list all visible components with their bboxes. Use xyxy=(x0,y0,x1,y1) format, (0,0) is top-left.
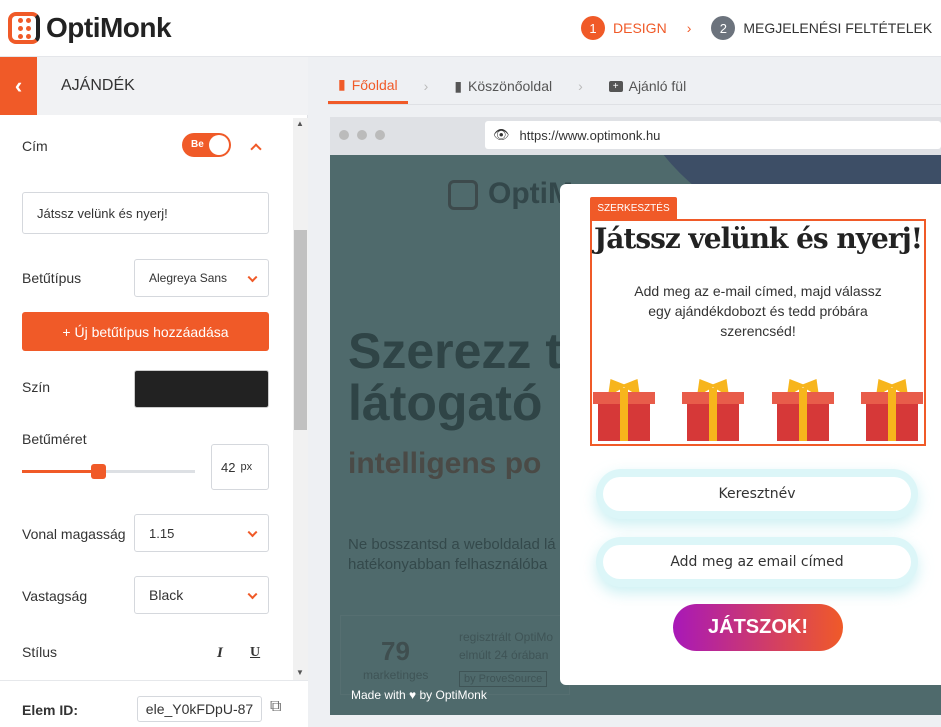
stat-text: elmúlt 24 órában xyxy=(459,648,549,662)
line-height-label: Vonal magasság xyxy=(22,526,126,542)
line-height-value: 1.15 xyxy=(149,525,175,541)
tabs-divider xyxy=(328,104,941,105)
chevron-down-icon xyxy=(247,272,258,283)
logo-icon xyxy=(8,12,40,44)
site-logo-icon xyxy=(448,180,478,210)
page-tabs: ▮ Főoldal › ▮ Köszönőoldal › + Ajánló fül xyxy=(328,68,696,104)
tab-main-page[interactable]: ▮ Főoldal xyxy=(328,68,408,104)
email-field[interactable]: Add meg az email címed xyxy=(596,537,918,587)
slider-handle[interactable] xyxy=(91,464,107,479)
color-swatch[interactable] xyxy=(134,370,269,408)
provesource-badge: by ProveSource xyxy=(459,671,548,687)
email-placeholder: Add meg az email címed xyxy=(603,545,911,579)
teaser-icon: + xyxy=(608,80,623,92)
visibility-toggle[interactable]: Be xyxy=(182,133,231,157)
font-size-value: 42 xyxy=(221,459,236,475)
site-paragraph: Ne bosszantsd a weboldalad lá hatékonyabb… xyxy=(348,535,556,575)
chevron-down-icon xyxy=(247,589,258,600)
gift-box-icon[interactable] xyxy=(771,373,834,441)
elem-id-label: Elem ID: xyxy=(22,702,79,718)
site-subhead: intelligens po xyxy=(348,447,542,480)
tab-teaser[interactable]: + Ajánló fül xyxy=(599,68,696,104)
eye-icon: 👁 xyxy=(493,127,510,142)
chevron-right-icon: › xyxy=(578,78,583,94)
weight-value: Black xyxy=(149,587,184,603)
headline-line: Szerezz t xyxy=(348,323,562,379)
toggle-label: Be xyxy=(191,139,204,150)
social-proof-box: 79 marketinges regisztrált OptiMo elmúlt… xyxy=(340,615,570,695)
step-2-conditions[interactable]: MEGJELENÉSI FELTÉTELEK xyxy=(743,20,932,36)
font-select[interactable]: Alegreya Sans xyxy=(134,259,269,297)
headline-line: látogató xyxy=(348,375,543,431)
url-text: https://www.optimonk.hu xyxy=(519,127,661,143)
back-button[interactable]: ‹ xyxy=(0,57,37,115)
underline-button[interactable]: U xyxy=(250,645,260,661)
tab-label: Köszönőoldal xyxy=(468,78,553,94)
stat-text: regisztrált OptiMo xyxy=(459,630,554,644)
title-text-input[interactable]: Játssz velünk és nyerj! xyxy=(22,192,269,234)
chevron-right-icon: › xyxy=(423,78,429,94)
stat-number: 79 xyxy=(381,636,410,666)
step-1-number[interactable]: 1 xyxy=(581,16,605,40)
font-size-unit: px xyxy=(240,461,253,473)
chevron-right-icon: › xyxy=(686,20,692,36)
font-value: Alegreya Sans xyxy=(149,271,228,285)
scrollbar-thumb[interactable] xyxy=(294,230,307,430)
font-size-label: Betűméret xyxy=(22,431,87,447)
font-label: Betűtípus xyxy=(22,270,82,286)
slider-fill xyxy=(22,470,99,473)
made-with-optimonk[interactable]: Made with ♥ by OptiMonk xyxy=(351,688,487,702)
italic-button[interactable]: I xyxy=(217,645,223,662)
elem-id-field[interactable]: ele_Y0kFDpU-87 xyxy=(137,696,262,722)
first-name-field[interactable]: Keresztnév xyxy=(596,469,918,519)
play-button[interactable]: JÁTSZOK! xyxy=(673,604,843,651)
paragraph-line: Ne bosszantsd a weboldalad lá xyxy=(348,536,556,553)
edit-badge[interactable]: SZERKESZTÉS xyxy=(590,197,677,219)
optimonk-logo[interactable]: OptiMonk xyxy=(8,12,172,44)
gift-box-icon[interactable] xyxy=(860,373,923,441)
gift-box-icon[interactable] xyxy=(682,373,745,441)
site-headline: Szerezz t látogató xyxy=(348,325,562,429)
toggle-knob xyxy=(209,135,229,155)
wizard-steps: 1 DESIGN › 2 MEGJELENÉSI FELTÉTELEK xyxy=(581,16,932,40)
step-1-design[interactable]: DESIGN xyxy=(613,20,667,36)
scroll-up-icon[interactable]: ▲ xyxy=(296,119,304,128)
scroll-down-icon[interactable]: ▼ xyxy=(296,668,304,677)
font-size-input[interactable]: 42 px xyxy=(211,444,269,490)
section-label: Cím xyxy=(22,138,48,154)
color-label: Szín xyxy=(22,379,51,395)
weight-select[interactable]: Black xyxy=(134,576,269,614)
paragraph-line: hatékonyabban felhasználóba xyxy=(348,556,548,573)
font-size-slider[interactable] xyxy=(22,464,195,479)
tab-label: Főoldal xyxy=(351,76,398,93)
page-icon: ▮ xyxy=(338,76,346,92)
tab-thank-you-page[interactable]: ▮ Köszönőoldal xyxy=(444,68,562,104)
add-font-button[interactable]: + Új betűtípus hozzáadása xyxy=(22,312,269,351)
popup-text: Add meg az e-mail címed, majd válassz eg… xyxy=(634,283,882,339)
copy-icon[interactable]: ⧉ xyxy=(270,698,281,716)
tab-label: Ajánló fül xyxy=(628,78,687,94)
style-label: Stílus xyxy=(22,644,58,660)
popup-title[interactable]: Játssz velünk és nyerj! xyxy=(594,222,923,255)
line-height-select[interactable]: 1.15 xyxy=(134,514,269,552)
logo-text: OptiMonk xyxy=(46,12,172,43)
panel-title: AJÁNDÉK xyxy=(37,57,308,115)
stat-label: marketinges xyxy=(363,668,429,682)
window-dots xyxy=(339,130,385,140)
first-name-placeholder: Keresztnév xyxy=(603,477,911,511)
page-icon: ▮ xyxy=(454,77,463,94)
weight-label: Vastagság xyxy=(22,588,88,604)
step-2-number[interactable]: 2 xyxy=(711,16,736,40)
url-bar[interactable]: 👁 https://www.optimonk.hu xyxy=(485,121,941,149)
gift-boxes xyxy=(593,373,923,441)
chevron-down-icon xyxy=(247,527,258,538)
gift-box-icon[interactable] xyxy=(593,373,655,441)
